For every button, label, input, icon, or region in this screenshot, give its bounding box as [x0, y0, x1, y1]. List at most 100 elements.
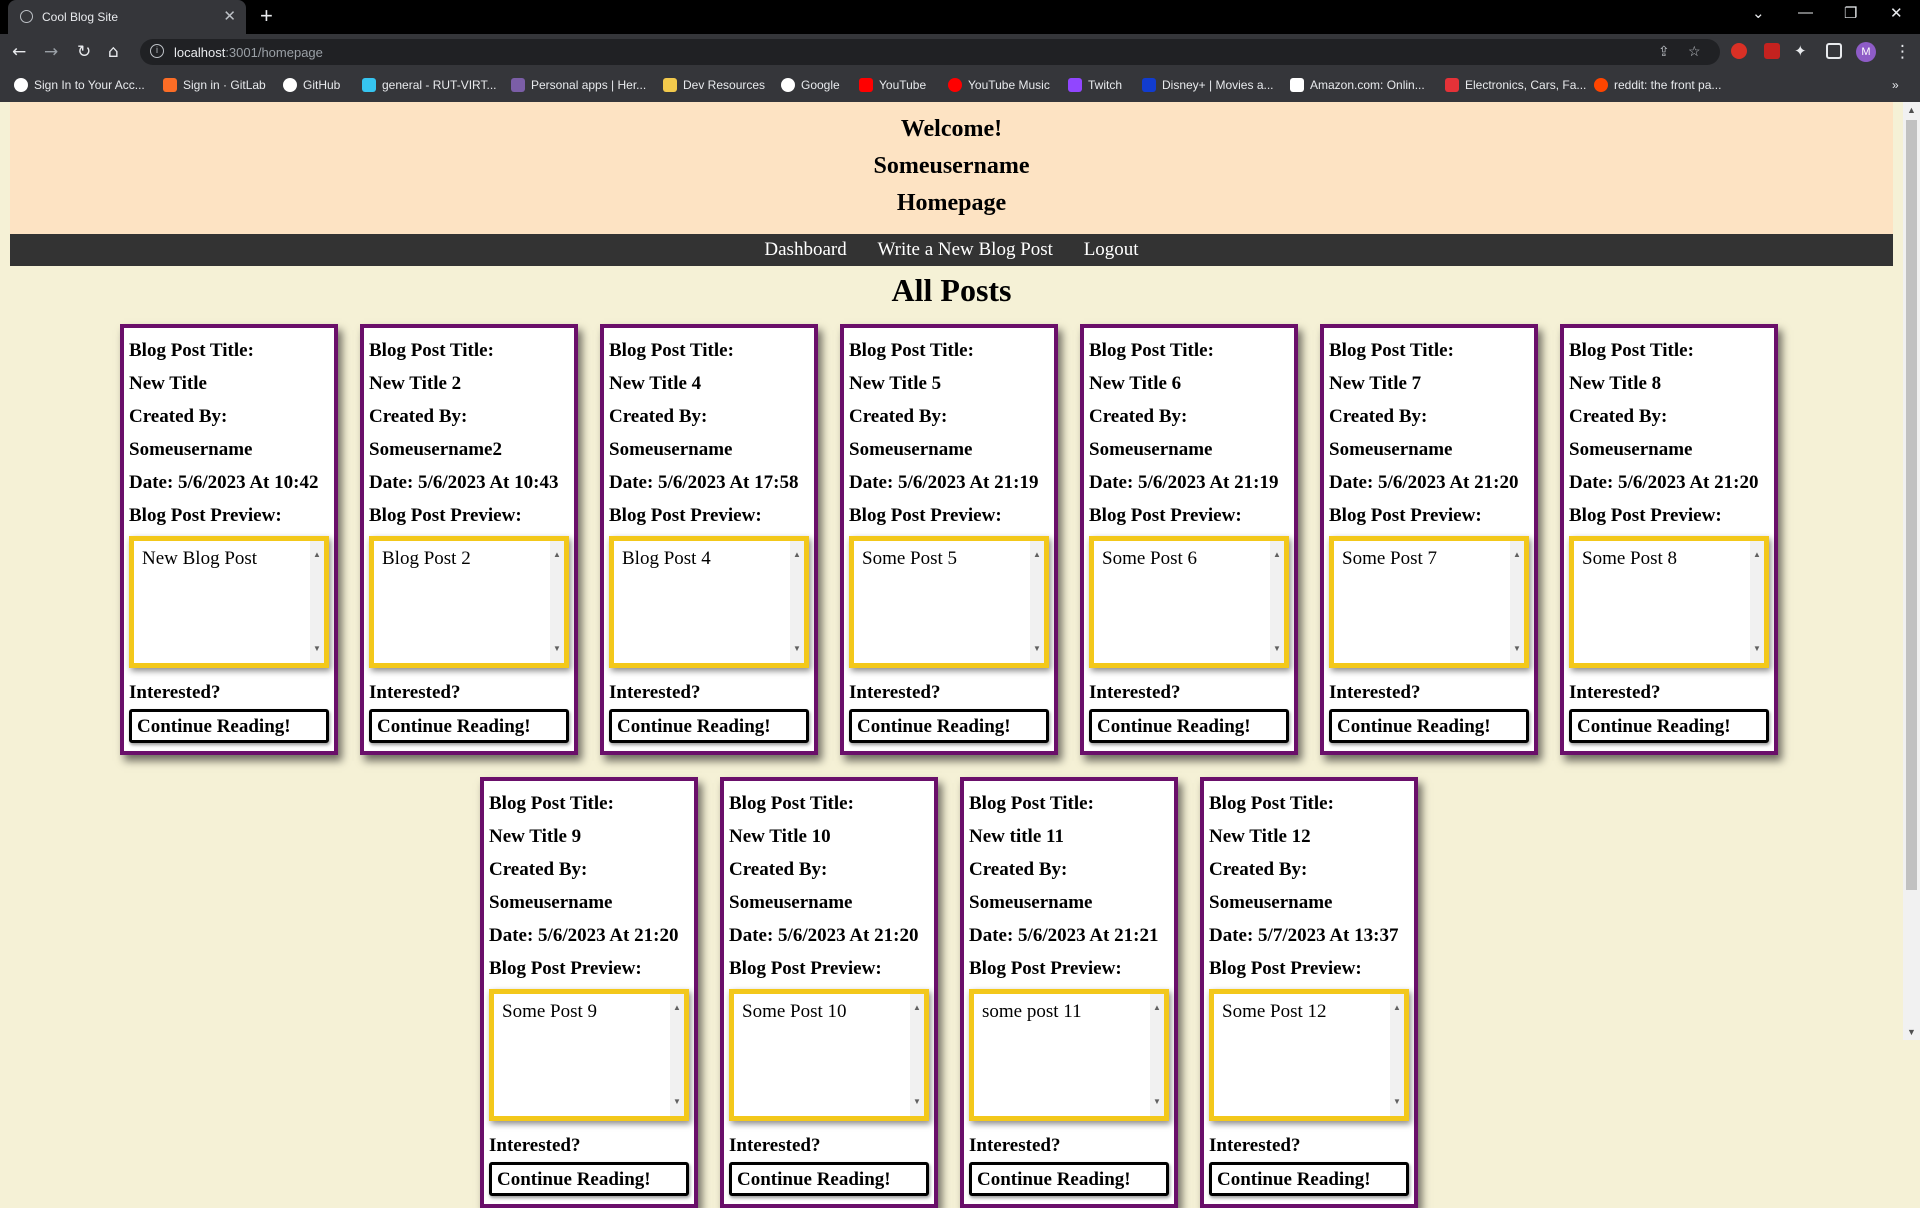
forward-icon[interactable]: →	[44, 42, 58, 62]
scroll-up-icon[interactable]: ▲	[1513, 543, 1521, 567]
nav-logout-link[interactable]: Logout	[1084, 239, 1139, 260]
scroll-down-icon[interactable]: ▼	[673, 1090, 681, 1114]
preview-scrollbar[interactable]: ▲ ▼	[1030, 541, 1044, 663]
menu-kebab-icon[interactable]: ⋮	[1894, 42, 1911, 62]
scroll-down-icon[interactable]: ▼	[793, 637, 801, 661]
continue-reading-button[interactable]: Continue Reading!	[609, 709, 809, 743]
reload-icon[interactable]: ↻	[77, 42, 91, 62]
preview-scrollbar[interactable]: ▲ ▼	[910, 994, 924, 1116]
post-preview-textarea[interactable]: Some Post 5 ▲ ▼	[849, 536, 1049, 668]
post-preview-textarea[interactable]: Blog Post 2 ▲ ▼	[369, 536, 569, 668]
scroll-up-icon[interactable]: ▲	[1273, 543, 1281, 567]
share-icon[interactable]: ⇪	[1658, 43, 1670, 60]
bookmark-item[interactable]: Amazon.com: Onlin...	[1290, 78, 1425, 92]
bookmark-item[interactable]: GitHub	[283, 78, 340, 92]
preview-scrollbar[interactable]: ▲ ▼	[790, 541, 804, 663]
bookmark-item[interactable]: Google	[781, 78, 840, 92]
nav-dashboard-link[interactable]: Dashboard	[764, 239, 846, 260]
close-window-icon[interactable]: ✕	[1890, 4, 1903, 22]
scroll-down-icon[interactable]: ▼	[553, 637, 561, 661]
scroll-down-icon[interactable]: ▼	[1513, 637, 1521, 661]
post-preview-textarea[interactable]: Some Post 8 ▲ ▼	[1569, 536, 1769, 668]
nav-write-post-link[interactable]: Write a New Blog Post	[877, 239, 1053, 260]
bookmark-item[interactable]: Electronics, Cars, Fa...	[1445, 78, 1586, 92]
close-tab-icon[interactable]: ✕	[223, 7, 236, 25]
continue-reading-button[interactable]: Continue Reading!	[129, 709, 329, 743]
scroll-up-icon[interactable]: ▲	[313, 543, 321, 567]
bookmark-item[interactable]: reddit: the front pa...	[1594, 78, 1721, 92]
bookmark-item[interactable]: general - RUT-VIRT...	[362, 78, 496, 92]
scroll-up-icon[interactable]: ▲	[1393, 996, 1401, 1020]
scroll-down-icon[interactable]: ▼	[913, 1090, 921, 1114]
continue-reading-button[interactable]: Continue Reading!	[369, 709, 569, 743]
continue-reading-button[interactable]: Continue Reading!	[1089, 709, 1289, 743]
preview-scrollbar[interactable]: ▲ ▼	[1270, 541, 1284, 663]
scroll-up-icon[interactable]: ▲	[1033, 543, 1041, 567]
bookmark-item[interactable]: Sign in · GitLab	[163, 78, 266, 92]
bookmark-item[interactable]: Sign In to Your Acc...	[14, 78, 145, 92]
bookmark-item[interactable]: Twitch	[1068, 78, 1122, 92]
extension-red-icon[interactable]	[1731, 43, 1747, 59]
extensions-puzzle-icon[interactable]: ✦	[1794, 42, 1807, 60]
scroll-down-icon[interactable]: ▼	[1393, 1090, 1401, 1114]
scroll-down-icon[interactable]: ▼	[1033, 637, 1041, 661]
bookmark-item[interactable]: Personal apps | Her...	[511, 78, 646, 92]
site-header: Welcome! Someusername Homepage	[10, 102, 1893, 234]
preview-scrollbar[interactable]: ▲ ▼	[1390, 994, 1404, 1116]
address-bar[interactable]: i localhost:3001/homepage ⇪ ☆	[140, 39, 1720, 65]
bookmark-item[interactable]: Disney+ | Movies a...	[1142, 78, 1274, 92]
page-scrollbar[interactable]: ▲ ▼	[1903, 102, 1920, 1040]
site-info-icon[interactable]: i	[150, 44, 164, 58]
post-preview-textarea[interactable]: New Blog Post ▲ ▼	[129, 536, 329, 668]
scroll-up-icon[interactable]: ▲	[1907, 105, 1916, 115]
post-preview-textarea[interactable]: Some Post 6 ▲ ▼	[1089, 536, 1289, 668]
extension-badge-icon[interactable]	[1764, 43, 1780, 59]
post-preview-textarea[interactable]: Some Post 9 ▲ ▼	[489, 989, 689, 1121]
continue-reading-button[interactable]: Continue Reading!	[1569, 709, 1769, 743]
scroll-up-icon[interactable]: ▲	[913, 996, 921, 1020]
scrollbar-thumb[interactable]	[1906, 120, 1917, 890]
scroll-down-icon[interactable]: ▼	[313, 637, 321, 661]
preview-scrollbar[interactable]: ▲ ▼	[550, 541, 564, 663]
back-icon[interactable]: ←	[12, 42, 26, 62]
post-preview-textarea[interactable]: Blog Post 4 ▲ ▼	[609, 536, 809, 668]
continue-reading-button[interactable]: Continue Reading!	[849, 709, 1049, 743]
browser-tab[interactable]: Cool Blog Site ✕	[8, 0, 246, 34]
preview-scrollbar[interactable]: ▲ ▼	[1510, 541, 1524, 663]
side-panel-icon[interactable]	[1826, 43, 1842, 59]
home-icon[interactable]: ⌂	[108, 42, 119, 62]
continue-reading-button[interactable]: Continue Reading!	[729, 1162, 929, 1196]
preview-scrollbar[interactable]: ▲ ▼	[670, 994, 684, 1116]
preview-scrollbar[interactable]: ▲ ▼	[1150, 994, 1164, 1116]
minimize-icon[interactable]: —	[1798, 4, 1813, 21]
bookmarks-overflow-icon[interactable]: »	[1892, 78, 1899, 92]
continue-reading-button[interactable]: Continue Reading!	[489, 1162, 689, 1196]
scroll-down-icon[interactable]: ▼	[1907, 1027, 1916, 1037]
bookmark-item[interactable]: YouTube	[859, 78, 926, 92]
scroll-down-icon[interactable]: ▼	[1753, 637, 1761, 661]
bookmark-star-icon[interactable]: ☆	[1688, 43, 1701, 60]
bookmark-item[interactable]: Dev Resources	[663, 78, 765, 92]
post-preview-textarea[interactable]: some post 11 ▲ ▼	[969, 989, 1169, 1121]
post-preview-textarea[interactable]: Some Post 12 ▲ ▼	[1209, 989, 1409, 1121]
bookmarks-bar: Sign In to Your Acc... Sign in · GitLab …	[0, 70, 1920, 102]
bookmark-item[interactable]: YouTube Music	[948, 78, 1050, 92]
scroll-up-icon[interactable]: ▲	[553, 543, 561, 567]
scroll-up-icon[interactable]: ▲	[1753, 543, 1761, 567]
new-tab-icon[interactable]: +	[260, 3, 273, 29]
preview-scrollbar[interactable]: ▲ ▼	[1750, 541, 1764, 663]
avatar[interactable]: M	[1856, 42, 1876, 62]
scroll-up-icon[interactable]: ▲	[793, 543, 801, 567]
scroll-down-icon[interactable]: ▼	[1273, 637, 1281, 661]
preview-scrollbar[interactable]: ▲ ▼	[310, 541, 324, 663]
post-preview-textarea[interactable]: Some Post 7 ▲ ▼	[1329, 536, 1529, 668]
continue-reading-button[interactable]: Continue Reading!	[969, 1162, 1169, 1196]
restore-icon[interactable]: ❐	[1844, 4, 1857, 22]
scroll-up-icon[interactable]: ▲	[1153, 996, 1161, 1020]
continue-reading-button[interactable]: Continue Reading!	[1329, 709, 1529, 743]
continue-reading-button[interactable]: Continue Reading!	[1209, 1162, 1409, 1196]
scroll-up-icon[interactable]: ▲	[673, 996, 681, 1020]
scroll-down-icon[interactable]: ▼	[1153, 1090, 1161, 1114]
post-preview-textarea[interactable]: Some Post 10 ▲ ▼	[729, 989, 929, 1121]
tab-search-icon[interactable]: ⌄	[1752, 4, 1765, 22]
